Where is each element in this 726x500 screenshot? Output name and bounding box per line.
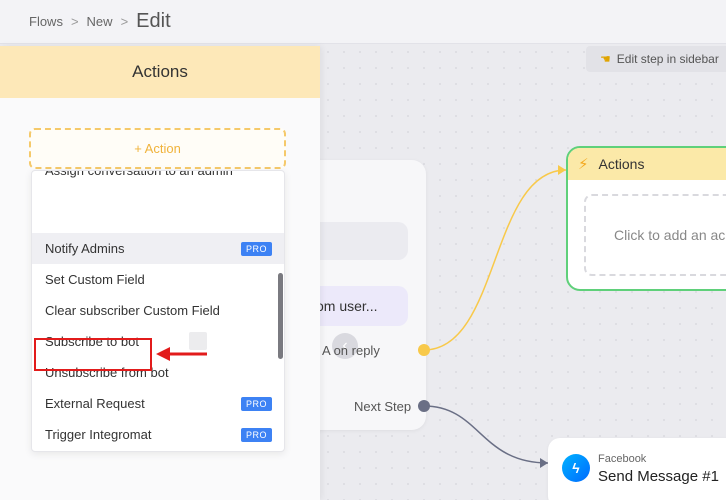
connector-arrowhead [540, 458, 548, 468]
send-message-node[interactable]: ϟ Facebook Send Message #1 [548, 438, 726, 500]
pro-badge: PRO [241, 428, 272, 442]
actions-node-title: Actions [598, 156, 645, 172]
dropdown-item-notify-admins[interactable]: Notify Admins PRO [32, 233, 284, 264]
port-label-next-step: Next Step [354, 399, 412, 414]
cursor-indicator [189, 332, 207, 350]
connector-reply-to-actions [423, 169, 567, 351]
connector-arrowhead [558, 165, 566, 175]
action-dropdown: Assign conversation to an admin Notify A… [31, 170, 285, 452]
pro-badge: PRO [241, 397, 272, 411]
send-node-platform: Facebook [598, 453, 647, 465]
dropdown-item-label: Trigger Integromat [45, 427, 152, 442]
pro-badge: PRO [241, 242, 272, 256]
port-next-step[interactable] [418, 400, 430, 412]
lightning-bolt-icon: ⚡ [578, 156, 589, 173]
dropdown-scrollbar[interactable] [278, 273, 283, 359]
dropdown-item-trigger-integromat[interactable]: Trigger Integromat PRO [32, 419, 284, 450]
dropdown-item-label: Assign conversation to an admin [45, 170, 233, 178]
port-label-action-on-reply: A on reply [322, 343, 380, 358]
connector-next-to-send [423, 405, 549, 464]
sidebar: Actions + Action Assign conversation to … [0, 46, 320, 500]
annotation-highlight-box [34, 338, 152, 371]
send-node-title: Send Message #1 [598, 468, 719, 485]
dropdown-item-label: External Request [45, 396, 145, 411]
add-action-button[interactable]: + Action [29, 128, 286, 169]
port-action-on-reply[interactable] [418, 344, 430, 356]
actions-node[interactable]: ⚡ Actions Click to add an ac [566, 146, 726, 291]
actions-node-header: ⚡ Actions [568, 148, 726, 180]
dropdown-item-clear-custom-field[interactable]: Clear subscriber Custom Field [32, 295, 284, 326]
messenger-icon: ϟ [562, 454, 590, 482]
add-action-placeholder[interactable]: Click to add an ac [584, 194, 726, 276]
dropdown-item-assign-conversation[interactable]: Assign conversation to an admin [32, 170, 284, 186]
dropdown-item-label: Set Custom Field [45, 272, 145, 287]
dropdown-item-set-custom-field[interactable]: Set Custom Field [32, 264, 284, 295]
dropdown-item-label: Notify Admins [45, 241, 125, 256]
dropdown-item-label: Clear subscriber Custom Field [45, 303, 220, 318]
dropdown-item-external-request[interactable]: External Request PRO [32, 388, 284, 419]
sidebar-title: Actions [0, 46, 320, 98]
